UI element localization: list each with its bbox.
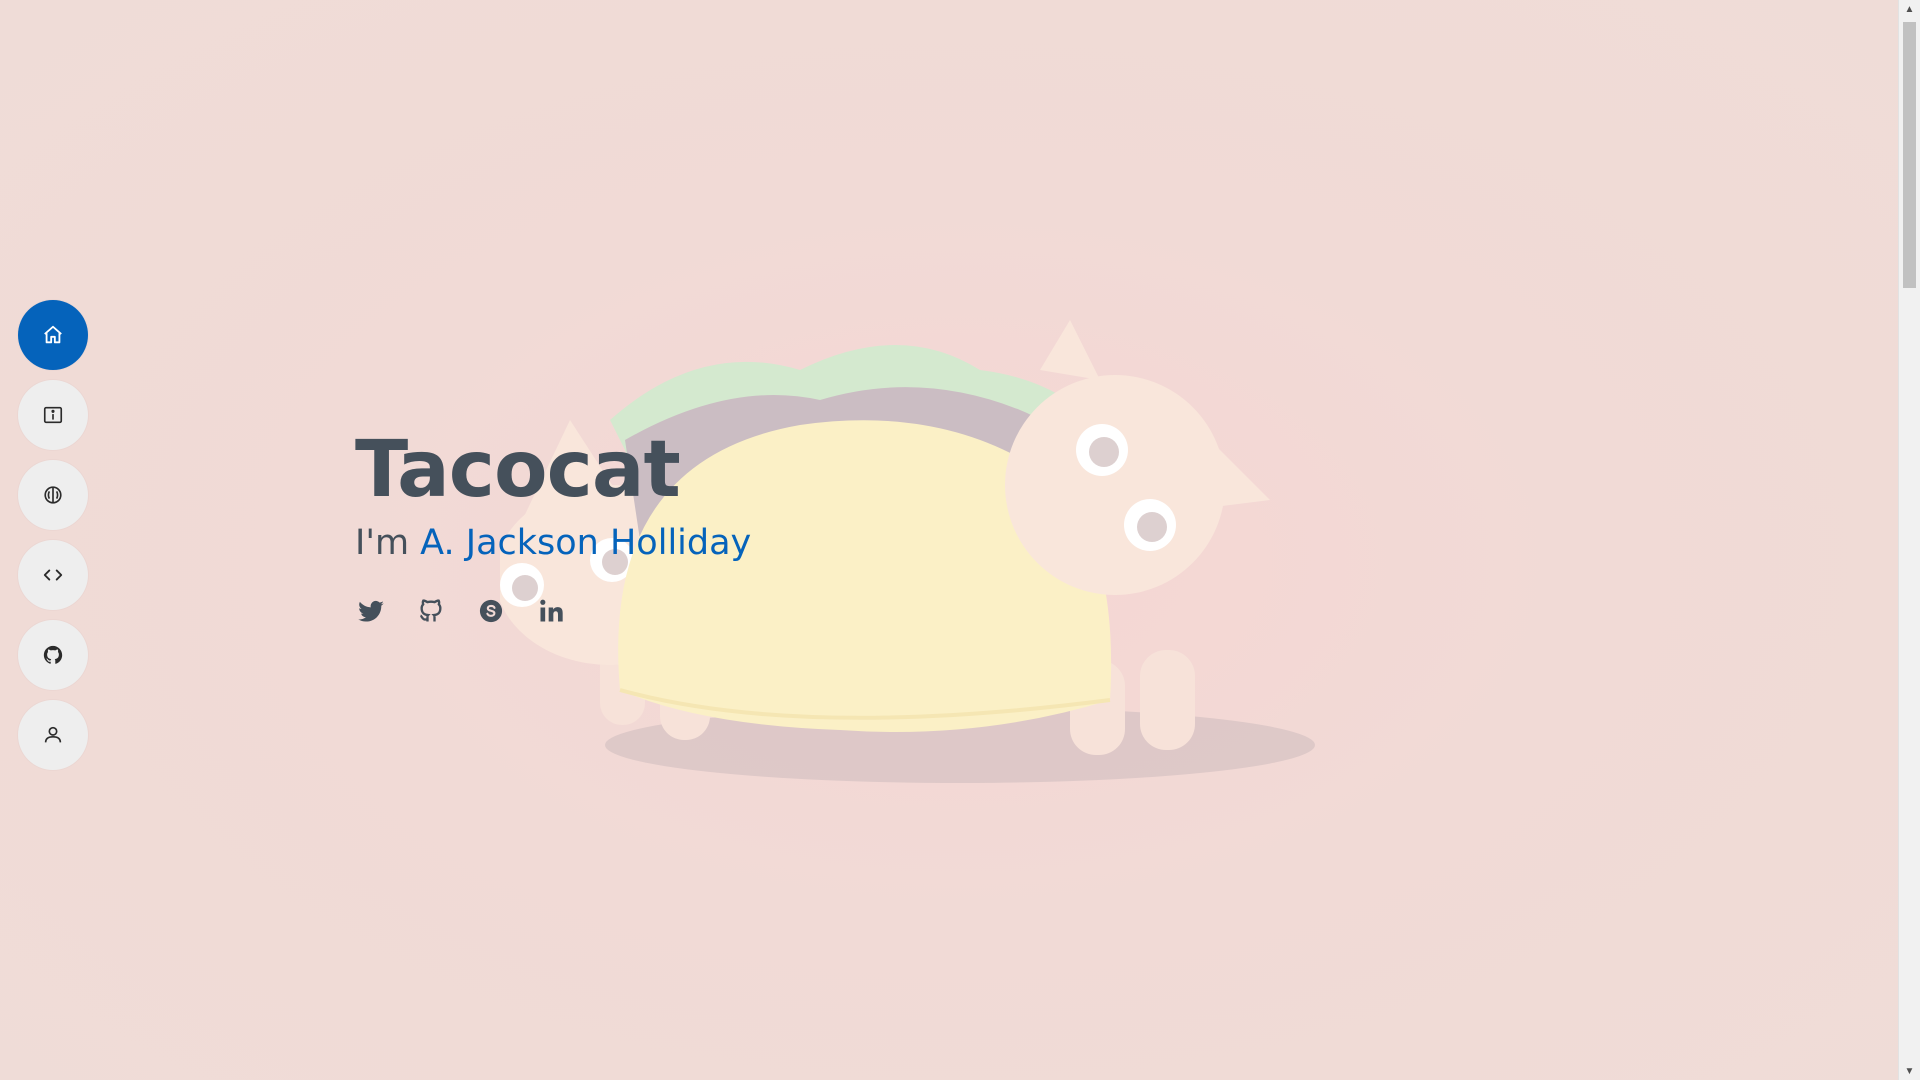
nav-contact-button[interactable] [18, 700, 88, 770]
scroll-down-arrow-icon[interactable]: ▼ [1899, 1062, 1920, 1080]
brain-icon [44, 486, 62, 504]
linkedin-link[interactable] [535, 595, 567, 627]
hero-subtitle: I'm A. Jackson Holliday [355, 521, 751, 565]
skype-link[interactable] [475, 595, 507, 627]
nav-skills-button[interactable] [18, 460, 88, 530]
twitter-icon [358, 600, 384, 622]
hero-title: Tacocat [355, 425, 681, 515]
nav-home-button[interactable] [18, 300, 88, 370]
hero-subtitle-name: A. Jackson Holliday [420, 523, 752, 563]
github-icon [43, 645, 63, 664]
twitter-link[interactable] [355, 595, 387, 627]
scroll-thumb[interactable] [1903, 22, 1916, 288]
skype-icon [479, 599, 503, 623]
linkedin-icon [540, 599, 563, 622]
page-scrollbar[interactable]: ▲ ▼ [1898, 0, 1920, 1080]
info-icon [43, 406, 63, 424]
person-icon [44, 726, 62, 743]
scroll-up-arrow-icon[interactable]: ▲ [1899, 0, 1920, 18]
nav-code-button[interactable] [18, 540, 88, 610]
side-nav [18, 300, 88, 770]
github-icon [419, 599, 442, 622]
home-icon [44, 325, 62, 344]
page: Tacocat I'm A. Jackson Holliday ▲ ▼ [0, 0, 1920, 1080]
hero-subtitle-prefix: I'm [355, 523, 421, 563]
social-links [355, 595, 751, 627]
nav-github-button[interactable] [18, 620, 88, 690]
hero-section: Tacocat I'm A. Jackson Holliday [355, 425, 751, 627]
github-link[interactable] [415, 595, 447, 627]
code-icon [43, 569, 63, 581]
nav-about-button[interactable] [18, 380, 88, 450]
